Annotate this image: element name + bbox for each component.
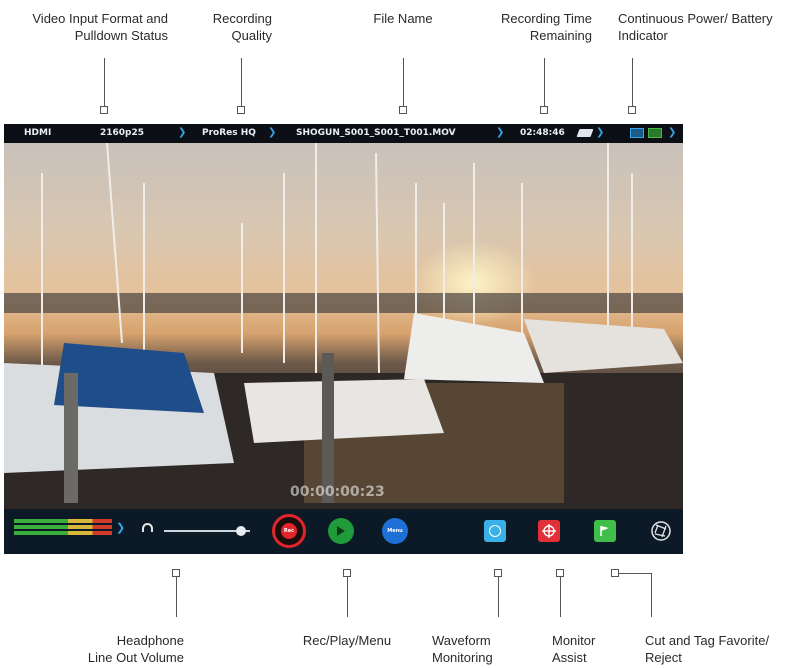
leader-marker bbox=[611, 569, 619, 577]
callout-cut-tag: Cut and Tag Favorite/ Reject bbox=[645, 633, 770, 665]
waveform-button[interactable] bbox=[484, 520, 506, 542]
time-remaining[interactable]: 02:48:46 bbox=[520, 128, 565, 138]
chevron-right-icon: ❯ bbox=[178, 127, 187, 138]
leader-marker bbox=[100, 106, 108, 114]
video-format[interactable]: 2160p25 bbox=[100, 128, 144, 138]
leader-line bbox=[347, 577, 348, 617]
control-bar: ❯ Rec Menu bbox=[4, 509, 683, 554]
headphone-volume-slider[interactable] bbox=[164, 526, 250, 536]
leader-marker bbox=[237, 106, 245, 114]
chevron-right-icon[interactable]: ❯ bbox=[116, 521, 125, 534]
leader-marker bbox=[399, 106, 407, 114]
leader-line bbox=[498, 577, 499, 617]
leader-line bbox=[632, 58, 633, 106]
disk-icon bbox=[576, 129, 594, 137]
status-bar: HDMI 2160p25 ❯ ProRes HQ ❯ SHOGUN_S001_S… bbox=[4, 124, 683, 143]
chevron-right-icon: ❯ bbox=[496, 127, 505, 138]
marina-scene bbox=[4, 143, 683, 509]
callout-file-name: File Name bbox=[373, 11, 433, 26]
callout-headphone: Headphone Line Out Volume bbox=[87, 633, 184, 665]
device-screen: HDMI 2160p25 ❯ ProRes HQ ❯ SHOGUN_S001_S… bbox=[4, 124, 683, 554]
leader-marker bbox=[540, 106, 548, 114]
leader-line bbox=[241, 58, 242, 106]
leader-marker bbox=[628, 106, 636, 114]
crosshair-icon bbox=[542, 524, 556, 538]
headphone-icon[interactable] bbox=[142, 523, 153, 532]
callout-video-input: Video Input Format and Pulldown Status bbox=[32, 11, 168, 43]
leader-line bbox=[403, 58, 404, 106]
flag-icon bbox=[600, 526, 609, 536]
callout-waveform: Waveform Monitoring bbox=[432, 633, 493, 665]
rec-button[interactable]: Rec bbox=[272, 514, 306, 548]
battery-icon[interactable] bbox=[648, 128, 662, 138]
waveform-icon bbox=[489, 525, 501, 537]
leader-line bbox=[651, 573, 652, 617]
chevron-right-icon: ❯ bbox=[668, 127, 677, 138]
leader-line bbox=[176, 577, 177, 617]
leader-line bbox=[560, 577, 561, 617]
video-preview[interactable] bbox=[4, 143, 683, 509]
leader-marker bbox=[556, 569, 564, 577]
callout-recording-quality: Recording Quality bbox=[212, 11, 272, 43]
battery-icon[interactable] bbox=[630, 128, 644, 138]
timecode-overlay: 00:00:00:23 bbox=[290, 484, 385, 500]
aperture-icon[interactable] bbox=[650, 520, 672, 542]
play-icon bbox=[337, 526, 345, 536]
play-button[interactable] bbox=[328, 518, 354, 544]
callout-monitor-assist: Monitor Assist bbox=[552, 633, 596, 665]
input-source: HDMI bbox=[24, 128, 52, 138]
callout-power-battery: Continuous Power/ Battery Indicator bbox=[618, 11, 773, 43]
callout-rec-play-menu: Rec/Play/Menu bbox=[302, 633, 392, 648]
slider-knob[interactable] bbox=[236, 526, 247, 536]
leader-line bbox=[619, 573, 651, 574]
leader-line bbox=[544, 58, 545, 106]
leader-line bbox=[104, 58, 105, 106]
menu-button[interactable]: Menu bbox=[382, 518, 408, 544]
leader-marker bbox=[343, 569, 351, 577]
leader-marker bbox=[172, 569, 180, 577]
file-name[interactable]: SHOGUN_S001_S001_T001.MOV bbox=[296, 128, 456, 138]
callout-recording-time: Recording Time Remaining bbox=[500, 11, 592, 43]
audio-meter bbox=[14, 519, 112, 537]
chevron-right-icon: ❯ bbox=[268, 127, 277, 138]
monitor-assist-button[interactable] bbox=[538, 520, 560, 542]
codec-quality[interactable]: ProRes HQ bbox=[202, 128, 256, 138]
leader-marker bbox=[494, 569, 502, 577]
chevron-right-icon: ❯ bbox=[596, 127, 605, 138]
cut-tag-button[interactable] bbox=[594, 520, 616, 542]
